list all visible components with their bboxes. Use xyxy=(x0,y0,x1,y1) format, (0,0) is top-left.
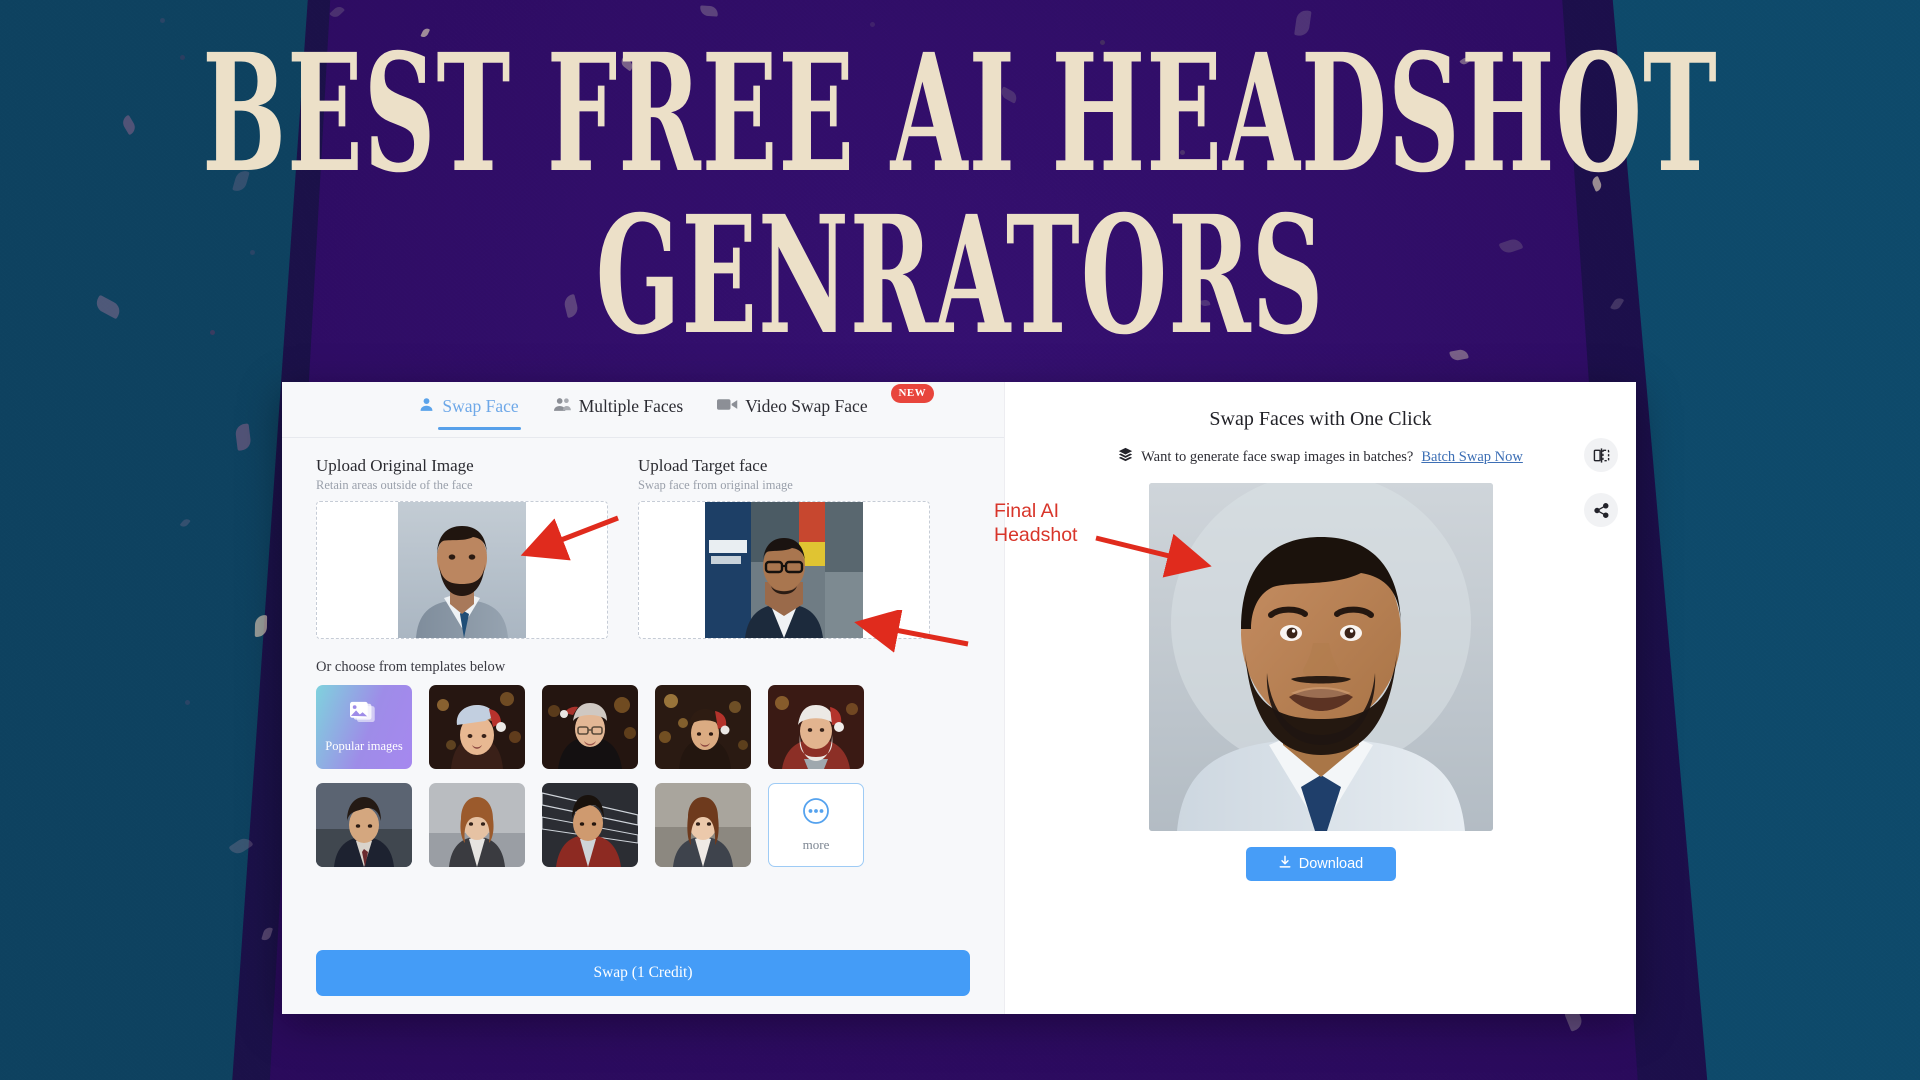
upload-target-subtitle: Swap face from original image xyxy=(638,478,793,492)
template-thumbnail xyxy=(542,783,638,867)
more-templates-tile[interactable]: more xyxy=(768,783,864,867)
swap-button[interactable]: Swap (1 Credit) xyxy=(316,950,970,996)
popular-images-label: Popular images xyxy=(325,738,403,753)
template-thumbnail xyxy=(429,685,525,769)
poster-title-line-1: BEST FREE AI HEADSHOT xyxy=(202,20,1718,209)
download-button-label: Download xyxy=(1298,856,1364,872)
template-thumbnail xyxy=(655,783,751,867)
template-man-red-jacket[interactable] xyxy=(542,783,638,867)
share-icon[interactable] xyxy=(1584,493,1618,527)
person-icon xyxy=(418,396,435,418)
template-girl-santa-hat[interactable] xyxy=(429,685,525,769)
template-santa-man[interactable] xyxy=(768,685,864,769)
popular-images-tile[interactable]: Popular images xyxy=(316,685,412,769)
tab-video-swap-face-label: Video Swap Face xyxy=(745,396,868,416)
tab-multiple-faces[interactable]: Multiple Faces xyxy=(551,390,686,430)
batch-question: Want to generate face swap images in bat… xyxy=(1141,448,1414,465)
result-title: Swap Faces with One Click xyxy=(1209,408,1432,430)
template-older-woman-glasses[interactable] xyxy=(542,685,638,769)
people-icon xyxy=(553,396,572,418)
tab-multiple-faces-label: Multiple Faces xyxy=(578,396,684,416)
editor-pane: Swap Face Multiple Faces Video Swap Face… xyxy=(282,382,1004,1014)
tab-bar: Swap Face Multiple Faces Video Swap Face… xyxy=(282,382,1004,438)
tab-swap-face-label: Swap Face xyxy=(442,396,519,416)
poster-title-line-2: GENRATORS xyxy=(595,181,1325,371)
images-stack-icon xyxy=(348,701,380,734)
download-button[interactable]: Download xyxy=(1245,847,1396,881)
video-camera-icon xyxy=(717,396,738,417)
template-thumbnail xyxy=(655,685,751,769)
tab-swap-face[interactable]: Swap Face xyxy=(416,390,522,430)
template-dark-hair-man[interactable] xyxy=(316,783,412,867)
more-templates-label: more xyxy=(802,837,830,852)
arrow-to-original-image xyxy=(520,515,619,561)
editor-body: Upload Original Image Retain areas outsi… xyxy=(282,438,1004,934)
batch-row: Want to generate face swap images in bat… xyxy=(1118,447,1523,467)
template-thumbnail xyxy=(542,685,638,769)
templates-grid: Popular images more xyxy=(316,685,970,867)
tab-video-swap-face[interactable]: Video Swap Face xyxy=(715,390,869,429)
template-thumbnail xyxy=(316,783,412,867)
arrow-to-final-headshot xyxy=(1095,533,1212,578)
result-pane: Swap Faces with One Click Want to genera… xyxy=(1004,382,1636,1014)
template-girl-uniform[interactable] xyxy=(429,783,525,867)
compare-icon[interactable] xyxy=(1584,438,1618,472)
template-thumbnail xyxy=(768,685,864,769)
arrow-to-target-face xyxy=(854,610,969,653)
download-icon xyxy=(1278,855,1292,873)
annotation-final-headshot: Final AI Headshot xyxy=(994,500,1077,548)
template-woman-santa-hat[interactable] xyxy=(655,685,751,769)
annotation-final-headshot-line-2: Headshot xyxy=(994,523,1078,546)
poster-title: BEST FREE AI HEADSHOT GENRATORS xyxy=(0,20,1920,357)
template-thumbnail xyxy=(429,783,525,867)
upload-original-subtitle: Retain areas outside of the face xyxy=(316,478,473,492)
face-swap-app-window: Swap Face Multiple Faces Video Swap Face… xyxy=(282,382,1636,1014)
upload-target-title: Upload Target face xyxy=(638,456,768,475)
annotation-final-headshot-line-1: Final AI xyxy=(994,500,1060,522)
upload-original-title: Upload Original Image xyxy=(316,456,474,475)
new-badge: NEW xyxy=(890,384,934,403)
ellipsis-circle-icon xyxy=(802,797,830,830)
templates-label: Or choose from templates below xyxy=(316,659,506,675)
template-woman-suit[interactable] xyxy=(655,783,751,867)
batch-swap-now-link[interactable]: Batch Swap Now xyxy=(1421,449,1523,466)
layers-icon xyxy=(1118,447,1133,467)
